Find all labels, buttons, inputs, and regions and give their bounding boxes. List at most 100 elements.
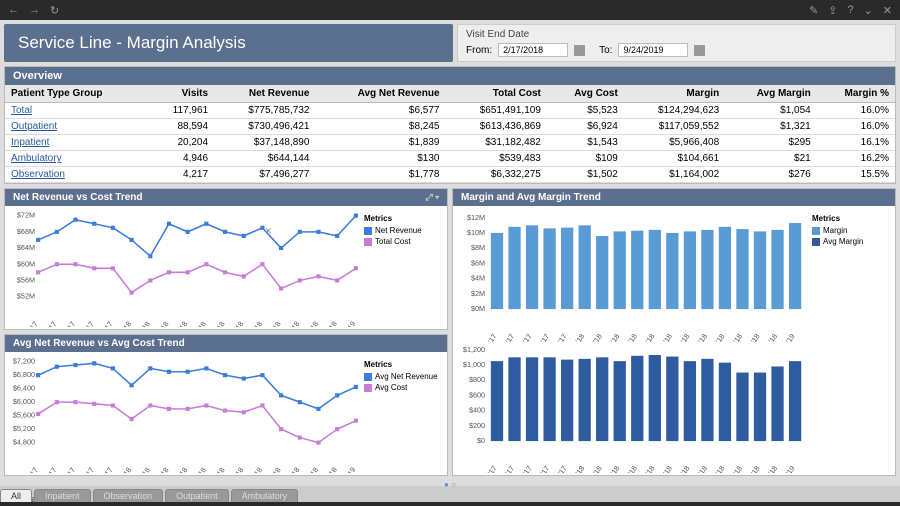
tab-ambulatory[interactable]: Ambulatory bbox=[231, 489, 299, 502]
svg-text:$60M: $60M bbox=[17, 259, 35, 268]
svg-text:$800: $800 bbox=[469, 375, 485, 384]
date-filter-label: Visit End Date bbox=[466, 29, 887, 40]
svg-text:$72M: $72M bbox=[17, 211, 35, 220]
margin-trend-chart: Margin and Avg Margin Trend $0M$2M$4M$6M… bbox=[452, 188, 896, 476]
svg-text:Oct '17: Oct '17 bbox=[57, 466, 77, 474]
table-header: Net Revenue bbox=[214, 85, 315, 103]
table-row[interactable]: Ambulatory4,946$644,144$130$539,483$109$… bbox=[5, 151, 895, 167]
svg-text:Oct '18: Oct '18 bbox=[281, 320, 301, 328]
minimize-icon[interactable]: ⌄ bbox=[864, 4, 873, 17]
svg-text:Jan '18: Jan '18 bbox=[566, 332, 587, 342]
svg-text:Mar '18: Mar '18 bbox=[600, 464, 621, 474]
svg-text:Dec '17: Dec '17 bbox=[93, 466, 114, 474]
svg-text:Dec '18: Dec '18 bbox=[317, 320, 338, 328]
svg-text:Jul '18: Jul '18 bbox=[672, 332, 691, 342]
svg-text:Jan '19: Jan '19 bbox=[337, 320, 358, 328]
tab-outpatient[interactable]: Outpatient bbox=[165, 489, 229, 502]
tab-observation[interactable]: Observation bbox=[93, 489, 164, 502]
patient-type-link[interactable]: Total bbox=[5, 103, 148, 119]
legend-item[interactable]: Avg Margin bbox=[812, 237, 889, 246]
svg-text:$7,200: $7,200 bbox=[13, 357, 35, 366]
svg-text:Nov '18: Nov '18 bbox=[299, 320, 320, 328]
close-icon[interactable]: ✕ bbox=[883, 4, 892, 17]
svg-text:$6,400: $6,400 bbox=[13, 384, 35, 393]
refresh-icon[interactable]: ↻ bbox=[50, 4, 59, 17]
back-icon[interactable]: ← bbox=[8, 4, 19, 17]
overview-title: Overview bbox=[5, 67, 895, 85]
svg-text:$6,800: $6,800 bbox=[13, 370, 35, 379]
svg-text:Apr '18: Apr '18 bbox=[169, 466, 189, 474]
date-to-input[interactable] bbox=[618, 43, 688, 57]
forward-icon[interactable]: → bbox=[29, 4, 40, 17]
svg-text:$200: $200 bbox=[469, 421, 485, 430]
calendar-icon[interactable] bbox=[574, 45, 585, 56]
share-icon[interactable]: ⇪ bbox=[828, 4, 837, 17]
patient-type-link[interactable]: Ambulatory bbox=[5, 151, 148, 167]
legend-item[interactable]: Avg Net Revenue bbox=[364, 372, 441, 381]
patient-type-link[interactable]: Outpatient bbox=[5, 119, 148, 135]
svg-text:Mar '18: Mar '18 bbox=[149, 320, 170, 328]
table-row[interactable]: Inpatient20,204$37,148,890$1,839$31,182,… bbox=[5, 135, 895, 151]
svg-text:$600: $600 bbox=[469, 390, 485, 399]
svg-text:Sep '17: Sep '17 bbox=[37, 320, 58, 328]
tab-all[interactable]: All bbox=[0, 489, 32, 502]
calendar-icon[interactable] bbox=[694, 45, 705, 56]
table-header: Total Cost bbox=[446, 85, 547, 103]
date-filter: Visit End Date From: To: bbox=[457, 24, 896, 62]
svg-text:Jan '18: Jan '18 bbox=[566, 464, 587, 474]
help-icon[interactable]: ? bbox=[847, 4, 853, 17]
legend-item[interactable]: Total Cost bbox=[364, 237, 441, 246]
svg-text:$4M: $4M bbox=[471, 274, 485, 283]
edit-icon[interactable]: ✎ bbox=[809, 4, 818, 17]
svg-text:$2M: $2M bbox=[471, 289, 485, 298]
chart-options-icon[interactable]: ⤢ ▾ bbox=[426, 192, 439, 203]
legend-item[interactable]: Avg Cost bbox=[364, 383, 441, 392]
tab-inpatient[interactable]: Inpatient bbox=[34, 489, 91, 502]
svg-text:Jun '18: Jun '18 bbox=[206, 320, 227, 328]
svg-text:$10M: $10M bbox=[467, 228, 485, 237]
legend-close-icon[interactable]: ✕ bbox=[264, 226, 272, 237]
svg-text:$8M: $8M bbox=[471, 243, 485, 252]
avg-revenue-cost-chart: Avg Net Revenue vs Avg Cost Trend $4,800… bbox=[4, 334, 448, 476]
svg-text:May '18: May '18 bbox=[186, 320, 208, 328]
svg-text:Jun '18: Jun '18 bbox=[653, 464, 674, 474]
page-title: Service Line - Margin Analysis bbox=[4, 24, 453, 62]
svg-text:$68M: $68M bbox=[17, 227, 35, 236]
svg-text:Aug '18: Aug '18 bbox=[243, 320, 264, 328]
svg-text:Oct '18: Oct '18 bbox=[724, 464, 744, 474]
svg-text:Aug '17: Aug '17 bbox=[477, 332, 498, 342]
patient-type-link[interactable]: Inpatient bbox=[5, 135, 148, 151]
table-header: Avg Net Revenue bbox=[315, 85, 445, 103]
table-row[interactable]: Observation4,217$7,496,277$1,778$6,332,2… bbox=[5, 167, 895, 183]
table-row[interactable]: Total117,961$775,785,732$6,577$651,491,1… bbox=[5, 103, 895, 119]
overview-table: Patient Type GroupVisitsNet RevenueAvg N… bbox=[5, 85, 895, 183]
svg-text:Jul '18: Jul '18 bbox=[226, 320, 245, 328]
svg-text:Nov '17: Nov '17 bbox=[75, 320, 96, 328]
patient-type-link[interactable]: Observation bbox=[5, 167, 148, 183]
svg-text:Jan '18: Jan '18 bbox=[113, 320, 134, 328]
svg-text:Nov '18: Nov '18 bbox=[299, 466, 320, 474]
svg-text:$0M: $0M bbox=[471, 304, 485, 313]
svg-text:Mar '18: Mar '18 bbox=[149, 466, 170, 474]
svg-text:$4,800: $4,800 bbox=[13, 438, 35, 447]
svg-text:Sep '18: Sep '18 bbox=[261, 320, 282, 328]
svg-text:$400: $400 bbox=[469, 405, 485, 414]
svg-text:Feb '18: Feb '18 bbox=[583, 464, 604, 474]
svg-text:Aug '18: Aug '18 bbox=[243, 466, 264, 474]
svg-text:Jan '19: Jan '19 bbox=[776, 332, 797, 342]
svg-text:$1,000: $1,000 bbox=[463, 360, 485, 369]
table-row[interactable]: Outpatient88,594$730,496,421$8,245$613,4… bbox=[5, 119, 895, 135]
overview-panel: Overview Patient Type GroupVisitsNet Rev… bbox=[4, 66, 896, 184]
legend-item[interactable]: Margin bbox=[812, 226, 889, 235]
svg-text:$5,200: $5,200 bbox=[13, 424, 35, 433]
date-from-input[interactable] bbox=[498, 43, 568, 57]
table-header: Patient Type Group bbox=[5, 85, 148, 103]
svg-text:Jun '18: Jun '18 bbox=[653, 332, 674, 342]
legend-item[interactable]: Net Revenue bbox=[364, 226, 441, 235]
dashboard-content: Service Line - Margin Analysis Visit End… bbox=[0, 20, 900, 486]
svg-text:$12M: $12M bbox=[467, 213, 485, 222]
svg-text:Feb '18: Feb '18 bbox=[583, 332, 604, 342]
svg-text:Jan '19: Jan '19 bbox=[337, 466, 358, 474]
svg-text:$5,600: $5,600 bbox=[13, 411, 35, 420]
svg-text:Oct '18: Oct '18 bbox=[724, 332, 744, 342]
